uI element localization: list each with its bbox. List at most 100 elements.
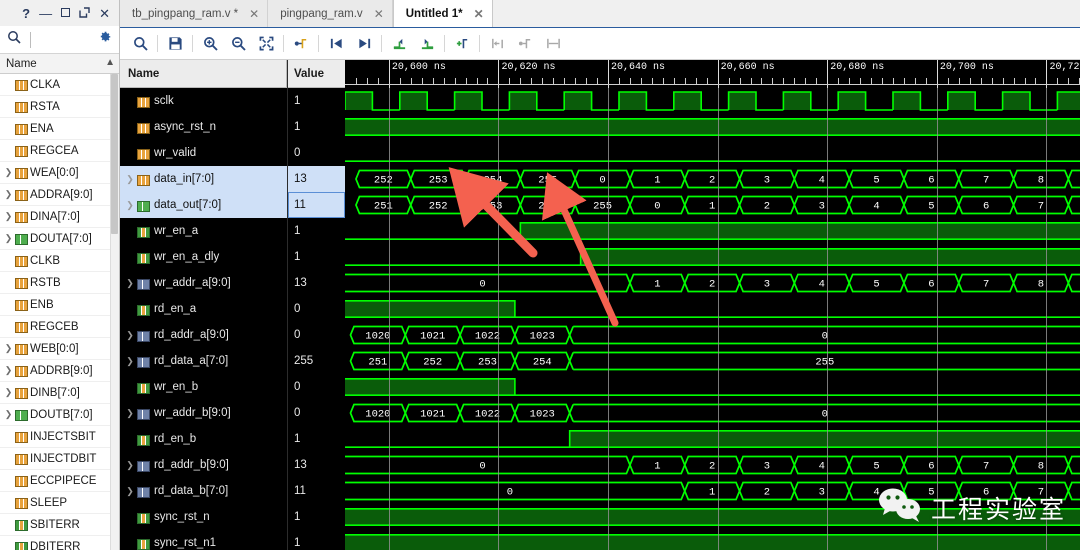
expand-chevron-icon[interactable]: ❯ — [3, 211, 14, 222]
zoom-fit-icon[interactable] — [252, 31, 280, 57]
waveform-signal-row[interactable]: rd_en_a — [120, 296, 287, 322]
sidebar-item-eccpipece[interactable]: ECCPIPECE — [0, 470, 119, 492]
sidebar-item-rsta[interactable]: RSTA — [0, 96, 119, 118]
float-icon[interactable] — [79, 6, 90, 20]
close-icon[interactable]: ✕ — [99, 7, 110, 20]
tab-1[interactable]: tb_pingpang_ram.v * ✕ — [120, 0, 269, 27]
sidebar-item-rstb[interactable]: RSTB — [0, 272, 119, 294]
svg-text:2: 2 — [709, 461, 715, 473]
search-icon[interactable] — [126, 31, 154, 57]
sidebar-item-addra90[interactable]: ❯ ADDRA[9:0] — [0, 184, 119, 206]
sidebar-signal-tree[interactable]: CLKA RSTA ENA REGCEA ❯ WEA[0:0] ❯ ADDRA[9:0] ❯ DI… — [0, 74, 119, 550]
sidebar-item-sbiterr[interactable]: SBITERR — [0, 514, 119, 536]
expand-chevron-icon[interactable]: ❯ — [124, 278, 136, 289]
waveform-signal-row[interactable]: ❯ rd_addr_a[9:0] — [120, 322, 287, 348]
waveform-signal-row[interactable]: wr_en_a — [120, 218, 287, 244]
expand-chevron-icon[interactable]: ❯ — [124, 460, 136, 471]
snap-to-transition-icon[interactable] — [287, 31, 315, 57]
tab-close-icon[interactable]: ✕ — [374, 7, 384, 21]
gear-icon[interactable] — [98, 30, 112, 49]
waveform-signal-row[interactable]: async_rst_n — [120, 114, 287, 140]
save-icon[interactable] — [161, 31, 189, 57]
waveform-signal-row[interactable]: ❯ data_out[7:0] — [120, 192, 287, 218]
measure-icon[interactable] — [539, 31, 567, 57]
chevron-up-icon[interactable]: ▲ — [105, 57, 115, 68]
waveform-signal-row[interactable]: ❯ wr_addr_a[9:0] — [120, 270, 287, 296]
tab-3[interactable]: Untitled 1* ✕ — [392, 0, 493, 27]
waveform-gridline — [388, 88, 390, 550]
signal-type-icon — [136, 96, 150, 108]
waveform-timeline-ruler[interactable]: 20,600 ns 20,620 ns 20,640 ns 20,660 ns 20,6… — [345, 60, 1080, 88]
waveform-signal-row[interactable]: wr_en_b — [120, 374, 287, 400]
sidebar-item-dinb70[interactable]: ❯ DINB[7:0] — [0, 382, 119, 404]
sidebar-item-sleep[interactable]: SLEEP — [0, 492, 119, 514]
sidebar-item-douta70[interactable]: ❯ DOUTA[7:0] — [0, 228, 119, 250]
signal-type-icon — [14, 387, 28, 399]
minimize-icon[interactable]: — — [39, 7, 52, 20]
waveform-signal-row[interactable]: ❯ data_in[7:0] — [120, 166, 287, 192]
waveform-signal-row[interactable]: wr_en_a_dly — [120, 244, 287, 270]
svg-text:1: 1 — [709, 201, 715, 213]
add-marker-up-icon[interactable] — [385, 31, 413, 57]
tab-close-icon[interactable]: ✕ — [249, 7, 259, 21]
sidebar-item-regcea[interactable]: REGCEA — [0, 140, 119, 162]
waveform-plot-column[interactable]: 20,600 ns 20,620 ns 20,640 ns 20,660 ns 20,6… — [345, 60, 1080, 550]
sidebar-item-injectsbit[interactable]: INJECTSBIT — [0, 426, 119, 448]
add-cursor-icon[interactable] — [448, 31, 476, 57]
previous-marker-icon[interactable] — [483, 31, 511, 57]
expand-chevron-icon[interactable]: ❯ — [124, 408, 136, 419]
sidebar-scrollbar[interactable] — [110, 74, 119, 550]
next-marker-icon[interactable] — [511, 31, 539, 57]
expand-chevron-icon[interactable]: ❯ — [124, 486, 136, 497]
sidebar-item-clkb[interactable]: CLKB — [0, 250, 119, 272]
sidebar-scrollbar-thumb[interactable] — [111, 74, 118, 234]
next-transition-icon[interactable] — [350, 31, 378, 57]
waveform-signal-row[interactable]: wr_valid — [120, 140, 287, 166]
waveform-signal-row[interactable]: sclk — [120, 88, 287, 114]
expand-chevron-icon[interactable]: ❯ — [3, 167, 14, 178]
help-icon[interactable]: ? — [22, 7, 30, 20]
add-marker-down-icon[interactable] — [413, 31, 441, 57]
expand-chevron-icon[interactable]: ❯ — [124, 330, 136, 341]
expand-chevron-icon[interactable]: ❯ — [3, 387, 14, 398]
waveform-signal-row[interactable]: ❯ rd_data_a[7:0] — [120, 348, 287, 374]
sidebar-item-label: INJECTSBIT — [30, 430, 96, 443]
previous-transition-icon[interactable] — [322, 31, 350, 57]
waveform-signal-row[interactable]: sync_rst_n — [120, 504, 287, 530]
expand-chevron-icon[interactable]: ❯ — [3, 343, 14, 354]
svg-text:0: 0 — [654, 201, 660, 213]
zoom-in-icon[interactable] — [196, 31, 224, 57]
waveform-signal-row[interactable]: ❯ wr_addr_b[9:0] — [120, 400, 287, 426]
sidebar-item-dina70[interactable]: ❯ DINA[7:0] — [0, 206, 119, 228]
waveform-row-rd-addr-b: 0123456789 — [345, 452, 1080, 478]
waveform-signal-row[interactable]: sync_rst_n1 — [120, 530, 287, 550]
expand-chevron-icon[interactable]: ❯ — [3, 365, 14, 376]
sidebar-item-clka[interactable]: CLKA — [0, 74, 119, 96]
waveform-plot[interactable]: 2522532542550123456789251252253254255012… — [345, 88, 1080, 550]
sidebar-item-addrb90[interactable]: ❯ ADDRB[9:0] — [0, 360, 119, 382]
sidebar-item-enb[interactable]: ENB — [0, 294, 119, 316]
zoom-out-icon[interactable] — [224, 31, 252, 57]
expand-chevron-icon[interactable]: ❯ — [124, 174, 136, 185]
sidebar-item-ena[interactable]: ENA — [0, 118, 119, 140]
svg-text:4: 4 — [819, 279, 825, 291]
maximize-icon[interactable] — [61, 7, 71, 19]
expand-chevron-icon[interactable]: ❯ — [3, 233, 14, 244]
expand-chevron-icon[interactable]: ❯ — [3, 409, 14, 420]
waveform-signal-row[interactable]: ❯ rd_data_b[7:0] — [120, 478, 287, 504]
expand-chevron-icon[interactable]: ❯ — [124, 356, 136, 367]
sidebar-search-bar[interactable] — [0, 26, 119, 54]
expand-chevron-icon[interactable]: ❯ — [124, 200, 136, 211]
sidebar-item-regceb[interactable]: REGCEB — [0, 316, 119, 338]
sidebar-item-web00[interactable]: ❯ WEB[0:0] — [0, 338, 119, 360]
sidebar-item-dbiterr[interactable]: DBITERR — [0, 536, 119, 550]
search-input[interactable] — [30, 31, 93, 48]
sidebar-item-wea00[interactable]: ❯ WEA[0:0] — [0, 162, 119, 184]
sidebar-item-doutb70[interactable]: ❯ DOUTB[7:0] — [0, 404, 119, 426]
sidebar-item-injectdbit[interactable]: INJECTDBIT — [0, 448, 119, 470]
waveform-signal-row[interactable]: ❯ rd_addr_b[9:0] — [120, 452, 287, 478]
expand-chevron-icon[interactable]: ❯ — [3, 189, 14, 200]
tab-close-icon[interactable]: ✕ — [474, 7, 484, 21]
waveform-signal-row[interactable]: rd_en_b — [120, 426, 287, 452]
tab-2[interactable]: pingpang_ram.v ✕ — [268, 0, 393, 27]
